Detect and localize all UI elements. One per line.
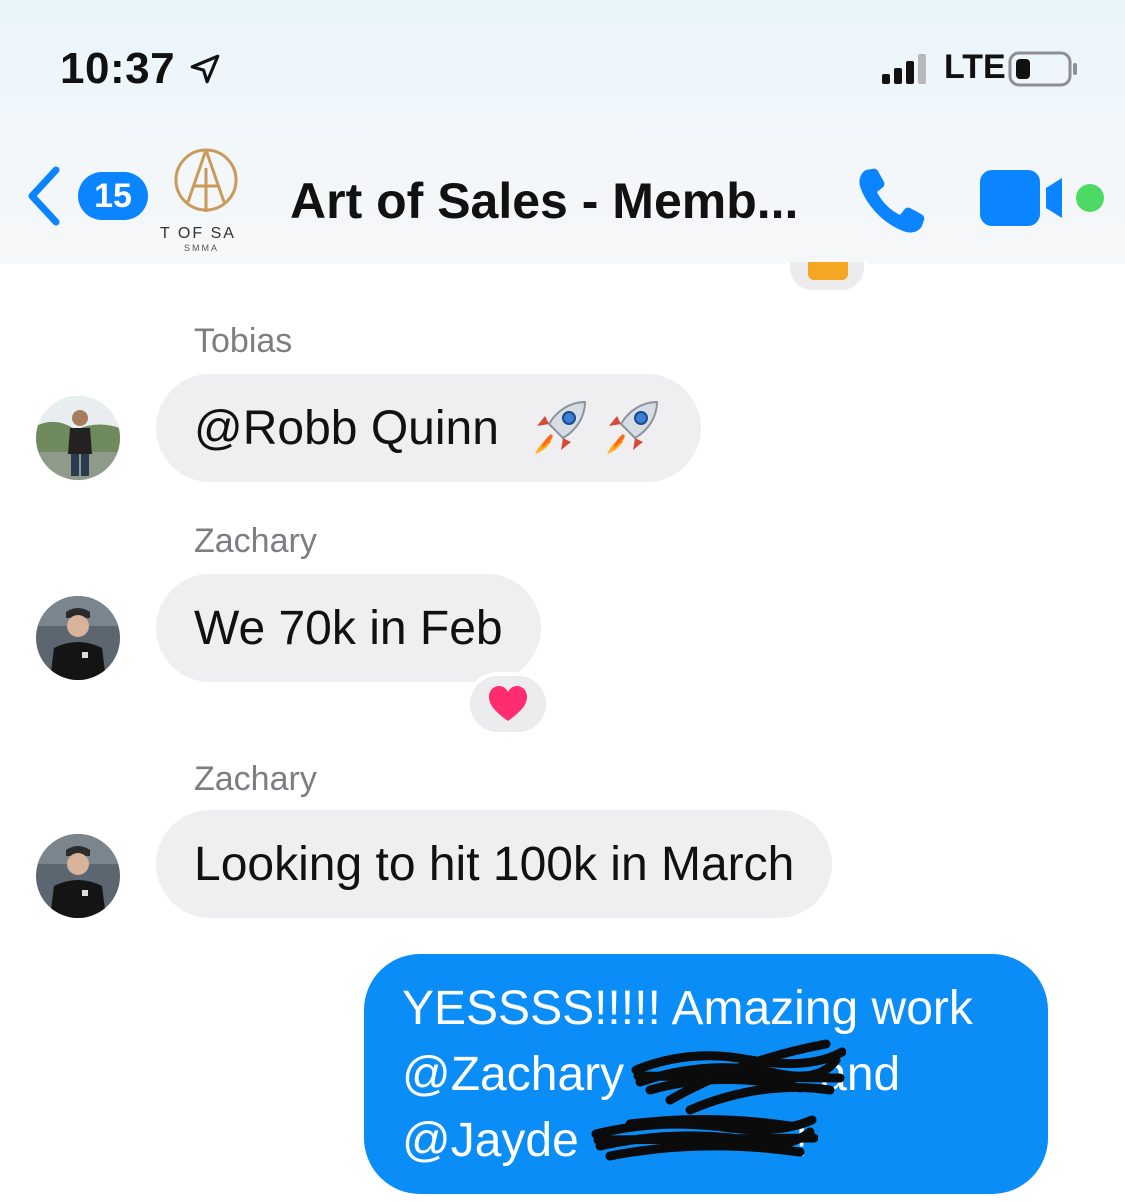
redaction-scribble	[631, 1039, 846, 1115]
sender-name: Zachary	[194, 760, 317, 798]
sender-name: Tobias	[194, 322, 293, 360]
mention-text: @Zachary	[402, 1048, 625, 1101]
outgoing-message-bubble[interactable]: YESSSS!!!!! Amazing work @Zachary and @Ja…	[364, 954, 1048, 1194]
signal-bars-icon	[882, 54, 926, 84]
message-line: @Zachary and	[402, 1039, 1010, 1115]
message-line: @Jayde!	[402, 1108, 1010, 1174]
avatar-photo-zachary	[36, 834, 120, 918]
message-bubble[interactable]: We 70k in Feb	[156, 574, 541, 682]
logo-text: T OF SA	[160, 225, 236, 242]
sender-name: Zachary	[194, 522, 317, 560]
location-arrow-icon	[190, 54, 220, 84]
thumbs-up-icon	[808, 262, 848, 280]
message-text: We 70k in Feb	[194, 601, 503, 655]
avatar-photo-zachary	[36, 596, 120, 680]
message-reaction[interactable]	[786, 262, 868, 294]
message-text: Looking to hit 100k in March	[194, 837, 795, 891]
unread-count-badge: 15	[78, 172, 148, 220]
chat-title[interactable]: Art of Sales - Memb...	[290, 172, 830, 230]
mention-text: @Jayde	[402, 1114, 579, 1167]
navigation-header: 10:37 LTE 15 T OF SA SMMA Art of Sales -…	[0, 0, 1125, 264]
group-logo[interactable]: T OF SA SMMA	[156, 140, 256, 252]
avatar[interactable]	[36, 834, 120, 918]
logo-subtext: SMMA	[184, 243, 219, 252]
message-text: @Robb Quinn	[194, 401, 499, 455]
status-time: 10:37	[60, 44, 176, 93]
phone-icon[interactable]	[852, 160, 932, 240]
network-type: LTE	[944, 48, 1006, 86]
message-bubble[interactable]: Looking to hit 100k in March	[156, 810, 833, 918]
avatar[interactable]	[36, 596, 120, 680]
rocket-icon	[534, 400, 586, 454]
video-camera-icon[interactable]	[978, 166, 1108, 230]
chevron-left-icon	[28, 166, 60, 226]
avatar-photo-tobias	[36, 396, 120, 480]
back-button[interactable]: 15	[24, 164, 148, 228]
message-reaction[interactable]	[466, 672, 550, 736]
rocket-icon	[606, 400, 658, 454]
avatar[interactable]	[36, 396, 120, 480]
message-thread[interactable]: Tobias @Robb Quinn Zachary We 70k in Feb…	[0, 262, 1125, 1203]
heart-icon	[489, 686, 527, 721]
redaction-scribble	[591, 1114, 818, 1161]
active-status-dot	[1076, 184, 1104, 212]
message-bubble[interactable]: @Robb Quinn	[156, 374, 701, 482]
battery-icon	[1008, 51, 1077, 87]
